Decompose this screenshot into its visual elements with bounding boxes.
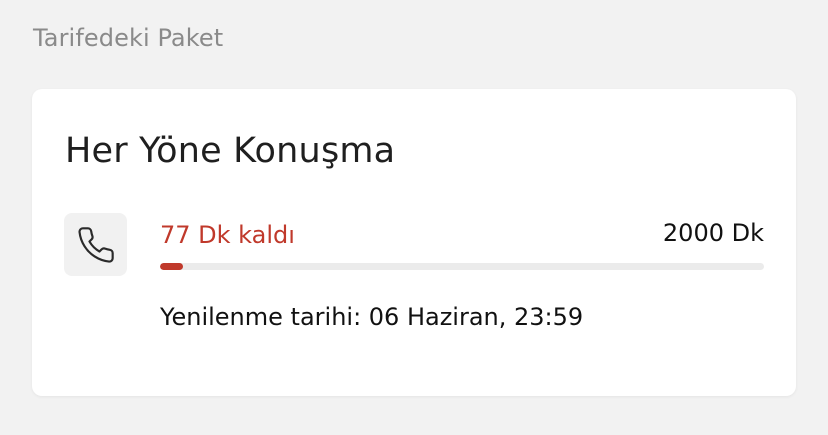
usage-progress-fill [160, 263, 184, 270]
package-card[interactable]: Her Yöne Konuşma 77 Dk kaldı 2000 Dk Yen… [32, 89, 796, 396]
usage-progress-bar [160, 263, 764, 270]
section-title: Tarifedeki Paket [33, 24, 224, 52]
phone-icon [77, 226, 114, 263]
package-name: Her Yöne Konuşma [65, 131, 396, 171]
total-minutes: 2000 Dk [662, 219, 764, 247]
phone-icon-box [64, 213, 127, 276]
renewal-date: Yenilenme tarihi: 06 Haziran, 23:59 [160, 303, 584, 331]
remaining-minutes: 77 Dk kaldı [160, 221, 295, 249]
